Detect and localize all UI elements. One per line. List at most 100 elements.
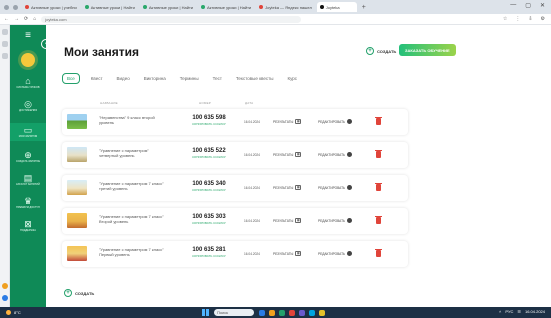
create-bottom-label: СОЗДАТЬ <box>75 290 95 296</box>
results-button[interactable]: РЕЗУЛЬТАТЫ ▦ <box>273 119 302 124</box>
sidebar-item[interactable]: ◎ ДОСТИЖЕНИЯ <box>10 99 46 113</box>
results-button[interactable]: РЕЗУЛЬТАТЫ ▦ <box>273 251 302 256</box>
new-tab-button[interactable]: + <box>359 4 369 11</box>
alice-icon[interactable] <box>1 295 8 301</box>
filter-tab[interactable]: Тест <box>210 74 225 83</box>
filter-tab[interactable]: Видео <box>114 74 133 83</box>
windows-start-icon[interactable] <box>202 309 209 316</box>
favicon-icon <box>259 5 264 9</box>
lesson-name[interactable]: "Уравнение с параметром" четвертый урове… <box>99 148 167 158</box>
lesson-row[interactable]: "Уравнение с параметром 7 класс" Первый … <box>62 241 408 267</box>
url-field[interactable]: joyteka.com <box>41 15 302 23</box>
panel-tab-icon[interactable] <box>1 29 8 35</box>
tray-chevron-icon[interactable]: ˄ <box>499 309 501 314</box>
notifications-icon[interactable]: ☰ <box>517 309 521 314</box>
copy-link-button[interactable]: КОПИРОВАТЬ ССЫЛКУ <box>179 155 239 159</box>
results-button[interactable]: РЕЗУЛЬТАТЫ ▦ <box>273 185 302 190</box>
copy-link-button[interactable]: КОПИРОВАТЬ ССЫЛКУ <box>179 122 239 126</box>
browser-tab[interactable]: Активные уроки | Найти <box>198 2 254 12</box>
settings-gear-icon[interactable]: ⚙ <box>541 16 545 22</box>
copy-link-button[interactable]: КОПИРОВАТЬ ССЫЛКУ <box>179 188 239 192</box>
filter-tab[interactable]: Курс <box>284 74 300 83</box>
sidebar-item[interactable]: ▭ МОИ ЗАНЯТИЯ <box>10 122 46 142</box>
lesson-name[interactable]: "Неравенства" 9 класс второй уровень <box>99 115 167 125</box>
taskbar-app-icon[interactable] <box>309 309 315 316</box>
taskbar-search[interactable]: Поиск <box>214 309 254 316</box>
order-training-button[interactable]: ЗАКАЗАТЬ ОБУЧЕНИЕ <box>399 44 456 56</box>
lesson-name[interactable]: "Уравнение с параметром 7 класс" Второй … <box>99 214 167 224</box>
browser-tab[interactable]: Joyteka <box>316 2 357 12</box>
copy-link-button[interactable]: КОПИРОВАТЬ ССЫЛКУ <box>179 254 239 258</box>
browser-tab[interactable]: Активные уроки | учебни <box>22 2 80 12</box>
taskbar-app-icon[interactable] <box>259 309 265 316</box>
browser-tab[interactable]: Активные уроки | Найти <box>140 2 196 12</box>
delete-trash-icon[interactable] <box>375 116 382 125</box>
panel-bookmark-icon[interactable] <box>1 41 8 47</box>
lesson-name[interactable]: "Уравнение с параметром 7 класс" Первый … <box>99 247 167 257</box>
delete-trash-icon[interactable] <box>375 215 382 224</box>
filter-tab[interactable]: Викторина <box>141 74 169 83</box>
delete-trash-icon[interactable] <box>375 149 382 158</box>
sidebar-item[interactable]: ⊠ ПОДДЕРЖКА <box>10 219 46 233</box>
results-label: РЕЗУЛЬТАТЫ <box>273 152 294 157</box>
close-window-button[interactable]: ✕ <box>540 2 545 9</box>
panel-history-icon[interactable] <box>1 53 8 59</box>
copy-link-button[interactable]: КОПИРОВАТЬ ССЫЛКУ <box>179 221 239 225</box>
sidebar-item[interactable]: ⊕ СОЗДАТЬ ЗАНЯТИЕ <box>10 151 46 164</box>
sidebar-item[interactable]: ♛ ПРЕМИУМ ДОСТУП <box>10 196 46 210</box>
browser-tab[interactable]: Joyteka — Яндекс нашел <box>256 2 315 12</box>
downloads-icon[interactable]: ⇩ <box>528 16 532 22</box>
lesson-row[interactable]: "Уравнение с параметром 7 класс" третий … <box>62 175 408 201</box>
edit-button[interactable]: РЕДАКТИРОВАТЬ <box>318 251 353 256</box>
weather-icon <box>6 310 11 315</box>
filter-tab[interactable]: Квест <box>88 74 106 83</box>
minimize-button[interactable]: — <box>510 2 516 9</box>
results-button[interactable]: РЕЗУЛЬТАТЫ ▦ <box>273 218 302 223</box>
edit-button[interactable]: РЕДАКТИРОВАТЬ <box>318 119 353 124</box>
favicon-icon <box>142 5 147 9</box>
edit-button[interactable]: РЕДАКТИРОВАТЬ <box>318 152 353 157</box>
lesson-thumbnail <box>67 246 87 261</box>
reload-button[interactable]: ⟳ <box>24 16 28 22</box>
filter-tab[interactable]: Текстовые квесты <box>233 74 277 83</box>
sidebar-item[interactable]: ▤ КАТАЛОГ ЗАНЯТИЙ <box>10 174 46 187</box>
delete-trash-icon[interactable] <box>375 182 382 191</box>
results-label: РЕЗУЛЬТАТЫ <box>273 251 294 256</box>
sidebar-item[interactable]: ⌂ СИСТЕМА УРОКОВ <box>10 77 46 90</box>
taskbar-apps <box>259 309 325 316</box>
bookmark-star-icon[interactable]: ☆ <box>503 16 507 22</box>
filter-tab[interactable]: Все <box>62 73 80 84</box>
results-button[interactable]: РЕЗУЛЬТАТЫ ▦ <box>273 152 302 157</box>
filter-tab[interactable]: Термины <box>177 74 202 83</box>
edit-label: РЕДАКТИРОВАТЬ <box>318 251 346 256</box>
taskbar-app-icon[interactable] <box>289 309 295 316</box>
taskbar-app-icon[interactable] <box>279 309 285 316</box>
delete-trash-icon[interactable] <box>375 248 382 257</box>
results-label: РЕЗУЛЬТАТЫ <box>273 218 294 223</box>
browser-toolbar-right: ☆ ⋮ ⇩ ⚙ <box>503 16 545 22</box>
clock-date[interactable]: 16.04.2024 <box>525 309 545 314</box>
assistant-icon[interactable] <box>1 283 8 289</box>
home-button[interactable]: ⌂ <box>33 16 36 22</box>
forward-button[interactable]: → <box>14 16 19 22</box>
language-indicator[interactable]: РУС <box>505 309 513 314</box>
weather-widget[interactable]: 8°C <box>6 310 21 315</box>
menu-dots-icon[interactable]: ⋮ <box>515 16 520 22</box>
create-button[interactable]: + СОЗДАТЬ <box>366 47 396 55</box>
back-button[interactable]: ← <box>4 16 9 22</box>
lesson-row[interactable]: "Уравнение с параметром" четвертый урове… <box>62 142 408 168</box>
lesson-name[interactable]: "Уравнение с параметром 7 класс" третий … <box>99 181 167 191</box>
create-bottom-button[interactable]: + СОЗДАТЬ <box>64 289 94 297</box>
taskbar-app-icon[interactable] <box>319 309 325 316</box>
gear-icon <box>347 152 353 157</box>
lesson-row[interactable]: "Неравенства" 9 класс второй уровень 100… <box>62 109 408 135</box>
maximize-button[interactable]: ▢ <box>525 2 531 9</box>
hamburger-menu-icon[interactable]: ≡ <box>25 31 31 41</box>
lesson-row[interactable]: "Уравнение с параметром 7 класс" Второй … <box>62 208 408 234</box>
taskbar-app-icon[interactable] <box>299 309 305 316</box>
lesson-thumbnail <box>67 114 87 129</box>
taskbar-app-icon[interactable] <box>269 309 275 316</box>
edit-button[interactable]: РЕДАКТИРОВАТЬ <box>318 185 353 190</box>
edit-button[interactable]: РЕДАКТИРОВАТЬ <box>318 218 353 223</box>
browser-tab[interactable]: Активные уроки | Найти <box>82 2 138 12</box>
